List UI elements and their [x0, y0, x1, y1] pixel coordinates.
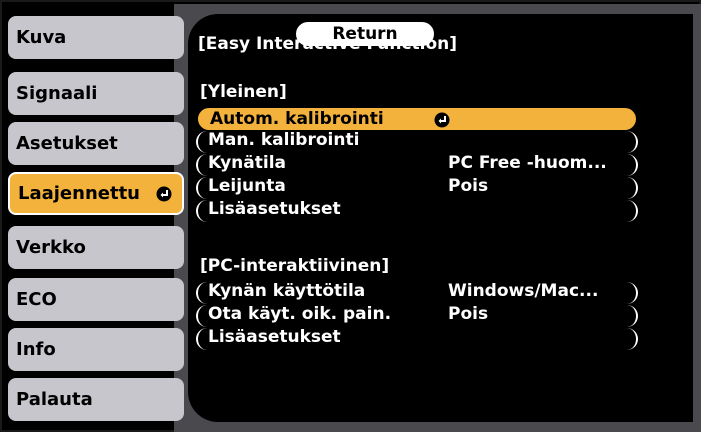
- sidebar-item-label: Info: [16, 339, 56, 360]
- sidebar-item-label: Kuva: [16, 27, 67, 48]
- sidebar-item-palauta[interactable]: Palauta: [8, 378, 184, 421]
- sidebar-item-label: Laajennettu: [18, 183, 141, 204]
- sidebar-item-info[interactable]: Info: [8, 328, 184, 371]
- menu-row-advanced-pc[interactable]: Lisäasetukset: [196, 327, 638, 350]
- sidebar-item-label: Asetukset: [16, 133, 118, 154]
- menu-row-label: Man. kalibrointi: [208, 130, 360, 150]
- menu-row-label: Ota käyt. oik. pain.: [208, 304, 392, 324]
- menu-row-hover[interactable]: Leijunta Pois: [196, 176, 638, 199]
- enter-icon: [434, 112, 450, 128]
- menu-row-auto-calibration[interactable]: Autom. kalibrointi: [198, 108, 636, 130]
- menu-row-advanced-general[interactable]: Lisäasetukset: [196, 199, 638, 222]
- sidebar-item-label: Signaali: [16, 83, 98, 104]
- menu-row-right-click[interactable]: Ota käyt. oik. pain. Pois: [196, 304, 638, 327]
- menu-row-label: Leijunta: [208, 176, 286, 196]
- menu-row-label: Autom. kalibrointi: [210, 109, 384, 129]
- menu-row-value: Pois: [448, 176, 489, 196]
- menu-row-value: Windows/Mac...: [448, 281, 599, 301]
- enter-icon: [156, 186, 172, 201]
- menu-row-value: Pois: [448, 304, 489, 324]
- menu-row-label: Kynän käyttötila: [208, 281, 366, 301]
- menu-row-label: Lisäasetukset: [208, 199, 341, 219]
- menu-row-label: Lisäasetukset: [208, 327, 341, 347]
- return-button-label: Return: [332, 24, 398, 44]
- sidebar-item-signaali[interactable]: Signaali: [8, 72, 184, 115]
- sidebar-item-label: Verkko: [16, 237, 86, 258]
- section-heading-pc-interactive: [PC-interaktiivinen]: [200, 256, 390, 276]
- sidebar-item-kuva[interactable]: Kuva: [8, 16, 184, 59]
- menu-row-manual-calibration[interactable]: Man. kalibrointi: [196, 130, 638, 153]
- menu-row-label: Kynätila: [208, 153, 286, 173]
- menu-row-pen-mode[interactable]: Kynätila PC Free -huom...: [196, 153, 638, 176]
- projector-menu: Kuva Signaali Asetukset Laajennettu Verk…: [0, 0, 701, 432]
- return-button[interactable]: Return: [296, 22, 434, 46]
- menu-row-value: PC Free -huom...: [448, 153, 607, 173]
- sidebar: Kuva Signaali Asetukset Laajennettu Verk…: [4, 4, 188, 432]
- sidebar-item-laajennettu[interactable]: Laajennettu: [8, 172, 184, 215]
- section-heading-general: [Yleinen]: [200, 82, 287, 102]
- menu-row-pen-operation-mode[interactable]: Kynän käyttötila Windows/Mac...: [196, 281, 638, 304]
- sidebar-item-verkko[interactable]: Verkko: [8, 226, 184, 269]
- sidebar-item-label: ECO: [16, 289, 57, 310]
- sidebar-item-eco[interactable]: ECO: [8, 278, 184, 321]
- sidebar-item-label: Palauta: [16, 389, 93, 410]
- sidebar-item-asetukset[interactable]: Asetukset: [8, 122, 184, 165]
